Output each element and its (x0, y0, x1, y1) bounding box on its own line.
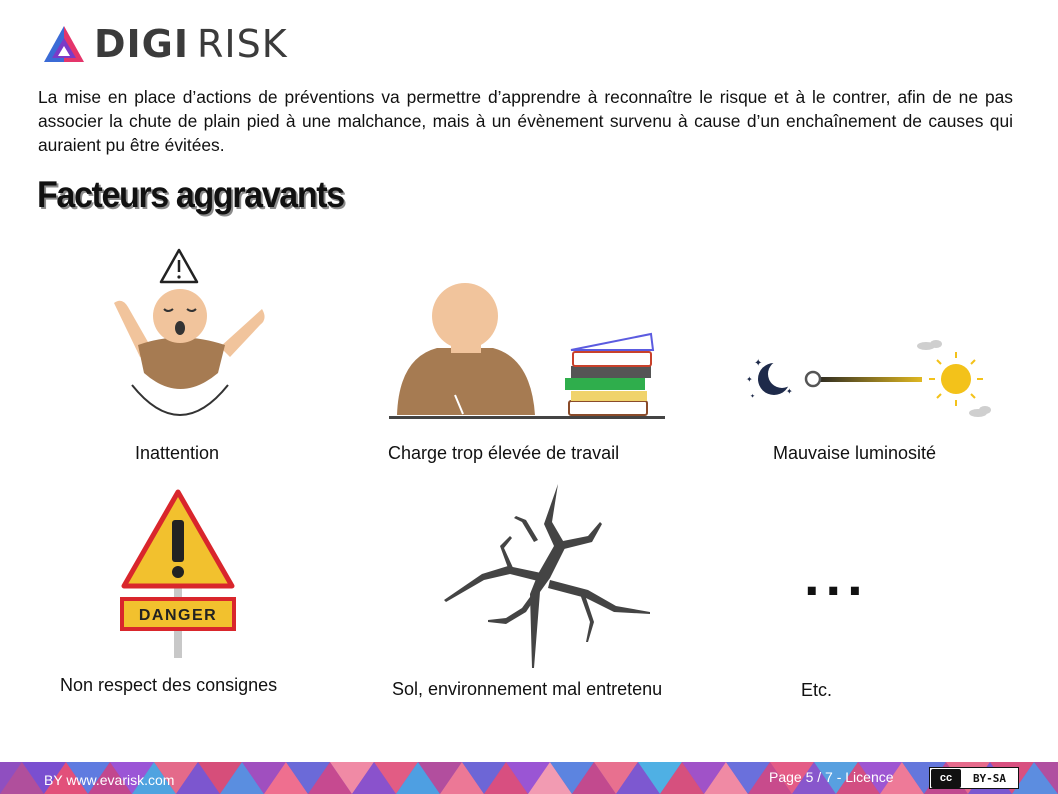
cc-by-sa-badge[interactable]: cc BY-SA (929, 767, 1019, 789)
danger-sign-icon: DANGER (120, 489, 236, 658)
digirisk-triangle-icon (44, 26, 84, 62)
person-with-books-icon (389, 283, 665, 419)
caption-inattention: Inattention (135, 443, 220, 463)
factor-charge-travail (385, 280, 670, 425)
yawning-person-icon (114, 248, 265, 416)
svg-text:✦: ✦ (786, 387, 793, 396)
logo-text-risk: RISK (197, 22, 288, 66)
caption-sol: Sol, environnement mal entretenu (392, 679, 663, 699)
factor-consignes: DANGER (118, 488, 238, 660)
section-heading: Facteurs aggravants (37, 174, 345, 215)
svg-text:✦: ✦ (750, 393, 755, 400)
cc-icon: cc (931, 768, 961, 788)
factor-inattention (100, 245, 270, 430)
caption-consignes: Non respect des consignes (60, 675, 278, 695)
caption-luminosite: Mauvaise luminosité (773, 443, 937, 463)
logo-text-digi: DIGI (94, 22, 190, 66)
danger-plate-text: DANGER (139, 607, 217, 624)
caption-charge-travail: Charge trop élevée de travail (388, 443, 620, 463)
cracked-floor-icon (444, 484, 650, 668)
ellipsis-icon: ... (804, 544, 869, 607)
footer-page-license: Page 5 / 7 - Licence (769, 769, 894, 785)
intro-paragraph: La mise en place d’actions de prévention… (38, 87, 1013, 155)
digirisk-logo: DIGI RISK (42, 22, 288, 66)
cc-license-label: BY-SA (972, 771, 1007, 785)
moon-sun-slider-icon: ✦ ✦ ✦ ✦ ✦ (746, 340, 991, 417)
footer-bar: BY www.evarisk.com Page 5 / 7 - Licence … (0, 762, 1058, 794)
svg-text:✦: ✦ (746, 375, 753, 384)
footer-by-link[interactable]: BY www.evarisk.com (44, 772, 174, 788)
svg-text:✦: ✦ (754, 358, 762, 369)
caption-etc: Etc. (801, 680, 833, 700)
factor-luminosite: ✦ ✦ ✦ ✦ ✦ (742, 338, 997, 423)
factor-sol (438, 482, 653, 672)
